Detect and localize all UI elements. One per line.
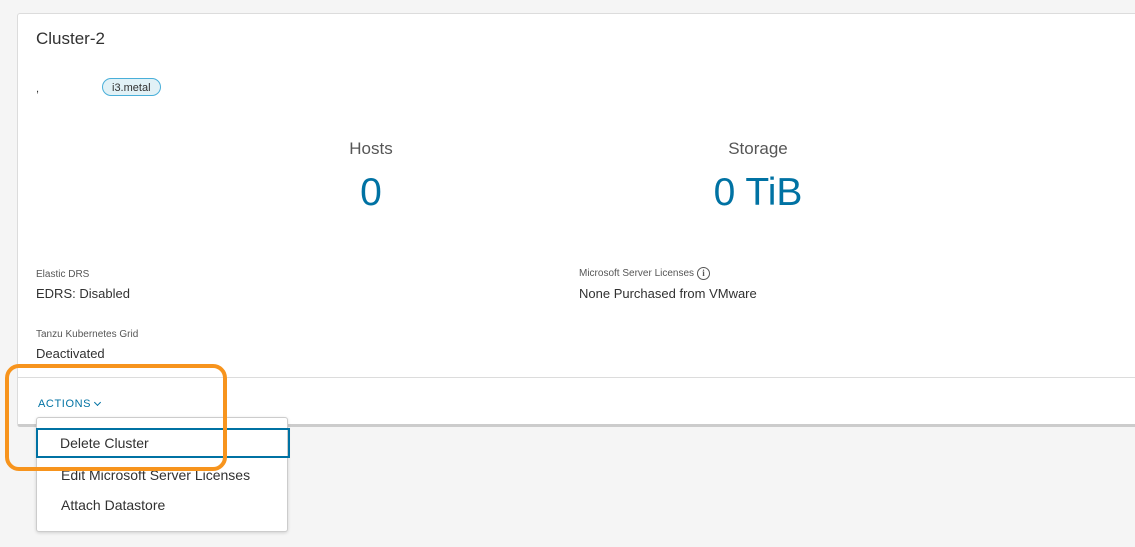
storage-value: 0 TiB (713, 171, 803, 214)
menu-item-attach-datastore[interactable]: Attach Datastore (37, 490, 287, 520)
storage-stat: Storage 0 TiB (678, 139, 838, 215)
ms-licenses-label: Microsoft Server Licenses (579, 268, 695, 280)
elastic-drs-value: EDRS: Disabled (36, 286, 130, 301)
hosts-value: 0 (360, 171, 382, 214)
tanzu-value: Deactivated (36, 346, 105, 361)
storage-label: Storage (728, 139, 788, 158)
ms-licenses-value: None Purchased from VMware (579, 286, 757, 301)
menu-item-delete-cluster[interactable]: Delete Cluster (36, 428, 290, 458)
cluster-card: Cluster-2 , i3.metal Hosts 0 Storage 0 T… (17, 13, 1135, 427)
tanzu-label: Tanzu Kubernetes Grid (36, 329, 139, 340)
hosts-label: Hosts (349, 139, 393, 158)
cluster-region: , (36, 83, 40, 95)
menu-item-edit-ms-licenses[interactable]: Edit Microsoft Server Licenses (37, 460, 287, 490)
hosts-stat: Hosts 0 (301, 139, 441, 215)
elastic-drs-label: Elastic DRS (36, 269, 90, 280)
actions-label: ACTIONS (38, 398, 92, 410)
instance-type-badge: i3.metal (102, 78, 161, 96)
ms-licenses-label-row: Microsoft Server Licenses i (579, 267, 711, 280)
card-footer-divider (18, 377, 1135, 378)
info-icon[interactable]: i (697, 267, 711, 280)
cluster-title: Cluster-2 (36, 29, 105, 48)
actions-button[interactable]: ACTIONS (38, 398, 102, 410)
chevron-down-icon (94, 398, 102, 407)
actions-dropdown-menu: Delete Cluster Edit Microsoft Server Lic… (36, 417, 290, 532)
